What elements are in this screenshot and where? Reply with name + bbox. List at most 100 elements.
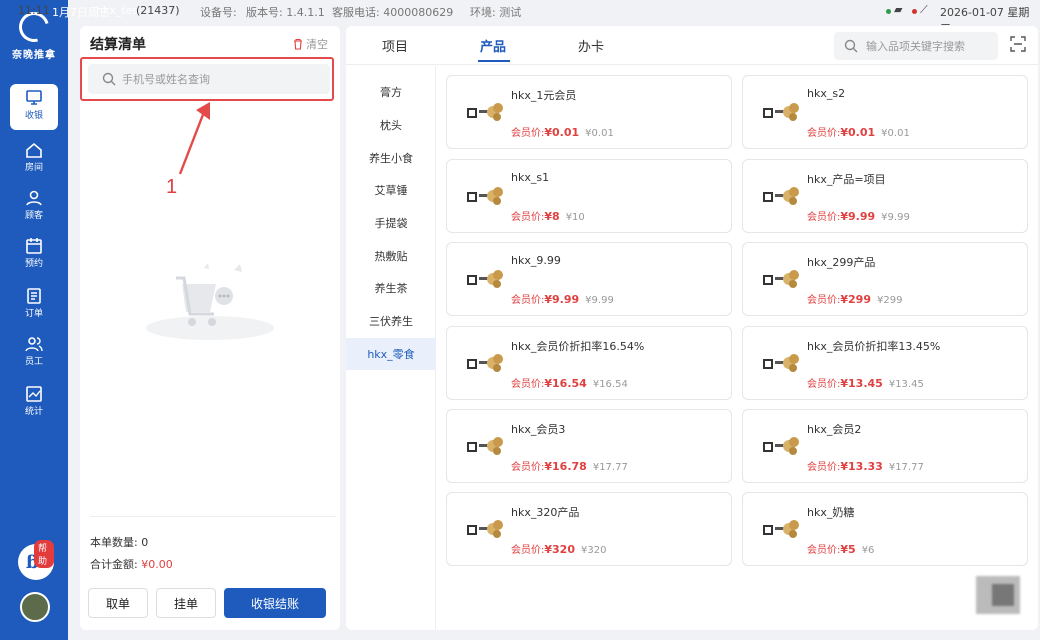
product-name: hkx_会员3 <box>511 423 566 436</box>
original-price: ¥299 <box>877 295 903 306</box>
original-price: ¥13.45 <box>888 379 924 390</box>
sidebar-item-room[interactable]: 房间 <box>10 136 58 182</box>
category-item-active[interactable]: hkx_零食 <box>346 338 436 370</box>
product-name: hkx_会员2 <box>807 423 862 436</box>
product-price: 会员价:¥320 ¥320 <box>511 541 606 556</box>
member-price-label: 会员价: <box>807 128 841 139</box>
category-item[interactable]: 热敷贴 <box>346 240 436 272</box>
product-name: hkx_产品=项目 <box>807 173 886 186</box>
category-item[interactable]: 手提袋 <box>346 207 436 239</box>
product-card[interactable]: hkx_9.99 会员价:¥9.99 ¥9.99 <box>446 242 732 316</box>
member-price-label: 会员价: <box>807 462 841 473</box>
category-item[interactable]: 膏方 <box>346 76 436 108</box>
sidebar-item-booking[interactable]: 预约 <box>10 232 58 278</box>
clear-button[interactable]: 清空 <box>292 36 328 52</box>
help-button[interactable]: ɓ 帮助 <box>18 540 54 580</box>
total-value: ¥0.00 <box>141 558 173 571</box>
product-thumbnail-icon <box>763 270 799 288</box>
brand-name: 奈晚推拿 <box>12 50 56 61</box>
original-price: ¥17.77 <box>888 462 924 473</box>
member-price-label: 会员价: <box>807 379 841 390</box>
sidebar-item-order[interactable]: 订单 <box>10 282 58 328</box>
active-tab-indicator <box>478 60 510 62</box>
tab-product[interactable]: 产品 <box>480 36 506 55</box>
search-placeholder: 输入品项关键字搜索 <box>866 40 965 53</box>
product-card[interactable]: hkx_s1 会员价:¥8 ¥10 <box>446 159 732 233</box>
staff-icon <box>25 336 43 352</box>
product-price: 会员价:¥13.33 ¥17.77 <box>807 458 924 473</box>
member-price: ¥13.45 <box>840 377 883 390</box>
printer-icon: ▰ <box>894 3 903 16</box>
member-price: ¥320 <box>544 543 575 556</box>
product-thumbnail-icon <box>467 270 503 288</box>
product-card[interactable]: hkx_1元会员 会员价:¥0.01 ¥0.01 <box>446 75 732 149</box>
status-time: 11:11 <box>18 4 50 17</box>
user-icon <box>25 190 43 206</box>
original-price: ¥17.77 <box>592 462 628 473</box>
member-price: ¥5 <box>840 543 856 556</box>
clear-label: 清空 <box>306 38 328 51</box>
chart-icon <box>25 386 43 402</box>
avatar[interactable] <box>20 592 50 622</box>
sidebar-item-customer[interactable]: 顾客 <box>10 184 58 230</box>
wifi-off-icon: ⟋ <box>920 3 928 16</box>
annotation-number: 1 <box>166 176 178 198</box>
status-bar-text: 11:11 1月7日周三 hkx_tes (21437) 设备号: 版本号: 1… <box>0 0 1040 35</box>
sidebar-item-staff[interactable]: 员工 <box>10 330 58 376</box>
hold-order-button[interactable]: 挂单 <box>156 588 216 618</box>
trash-icon <box>294 38 302 50</box>
product-card[interactable]: hkx_会员价折扣率16.54% 会员价:¥16.54 ¥16.54 <box>446 326 732 400</box>
product-card[interactable]: hkx_会员2 会员价:¥13.33 ¥17.77 <box>742 409 1028 483</box>
sidebar-item-label: 房间 <box>24 163 43 173</box>
member-price: ¥16.78 <box>544 460 587 473</box>
category-item[interactable]: 枕头 <box>346 109 436 141</box>
product-name: hkx_9.99 <box>511 254 561 267</box>
product-card[interactable]: hkx_320产品 会员价:¥320 ¥320 <box>446 492 732 566</box>
product-name: hkx_s1 <box>511 171 550 184</box>
product-card[interactable]: hkx_会员价折扣率13.45% 会员价:¥13.45 ¥13.45 <box>742 326 1028 400</box>
product-price: 会员价:¥9.99 ¥9.99 <box>511 291 614 306</box>
product-search-input[interactable]: 输入品项关键字搜索 <box>834 32 998 60</box>
category-item[interactable]: 养生小食 <box>346 142 436 174</box>
original-price: ¥16.54 <box>592 379 628 390</box>
product-card[interactable]: hkx_奶糖 会员价:¥5 ¥6 <box>742 492 1028 566</box>
sidebar-item-label: 订单 <box>24 309 43 319</box>
product-card[interactable]: hkx_299产品 会员价:¥299 ¥299 <box>742 242 1028 316</box>
tab-card[interactable]: 办卡 <box>578 36 604 55</box>
status-version: 版本号: 1.4.1.1 <box>246 6 325 19</box>
product-price: 会员价:¥8 ¥10 <box>511 208 585 223</box>
status-id: (21437) <box>136 4 180 17</box>
product-price: 会员价:¥16.54 ¥16.54 <box>511 375 628 390</box>
member-price-label: 会员价: <box>511 212 545 223</box>
checkout-pay-button[interactable]: 收银结账 <box>224 588 326 618</box>
member-price: ¥0.01 <box>544 126 580 139</box>
member-price: ¥9.99 <box>544 293 580 306</box>
product-thumbnail-icon <box>763 520 799 538</box>
sidebar-item-cashier[interactable]: 收银 <box>10 84 58 130</box>
annotation-highlight-box <box>80 57 334 101</box>
checkout-title: 结算清单 <box>90 37 146 53</box>
sidebar-item-stats[interactable]: 统计 <box>10 380 58 426</box>
home-icon <box>25 142 43 158</box>
scan-icon[interactable] <box>1010 36 1026 52</box>
tab-service[interactable]: 项目 <box>382 36 408 55</box>
product-price: 会员价:¥5 ¥6 <box>807 541 874 556</box>
floating-widget[interactable] <box>976 576 1020 614</box>
product-card[interactable]: hkx_s2 会员价:¥0.01 ¥0.01 <box>742 75 1028 149</box>
category-item[interactable]: 三伏养生 <box>346 305 436 337</box>
original-price: ¥320 <box>581 545 607 556</box>
product-card[interactable]: hkx_会员3 会员价:¥16.78 ¥17.77 <box>446 409 732 483</box>
cancel-order-button[interactable]: 取单 <box>88 588 148 618</box>
product-name: hkx_s2 <box>807 87 846 100</box>
sidebar-item-label: 顾客 <box>24 211 43 221</box>
product-card[interactable]: hkx_产品=项目 会员价:¥9.99 ¥9.99 <box>742 159 1028 233</box>
category-item[interactable]: 养生茶 <box>346 272 436 304</box>
total-label: 合计金额: <box>90 558 138 571</box>
category-item[interactable]: 艾草锤 <box>346 174 436 206</box>
sidebar-item-label: 预约 <box>24 259 43 269</box>
annotation-arrow-icon <box>178 102 210 175</box>
divider <box>90 516 336 517</box>
category-list: 膏方 枕头 养生小食 艾草锤 手提袋 热敷贴 养生茶 三伏养生 hkx_零食 <box>346 66 436 630</box>
status-phone: 客服电话: 4000080629 <box>332 6 454 19</box>
status-app: hkx_tes <box>96 4 139 17</box>
